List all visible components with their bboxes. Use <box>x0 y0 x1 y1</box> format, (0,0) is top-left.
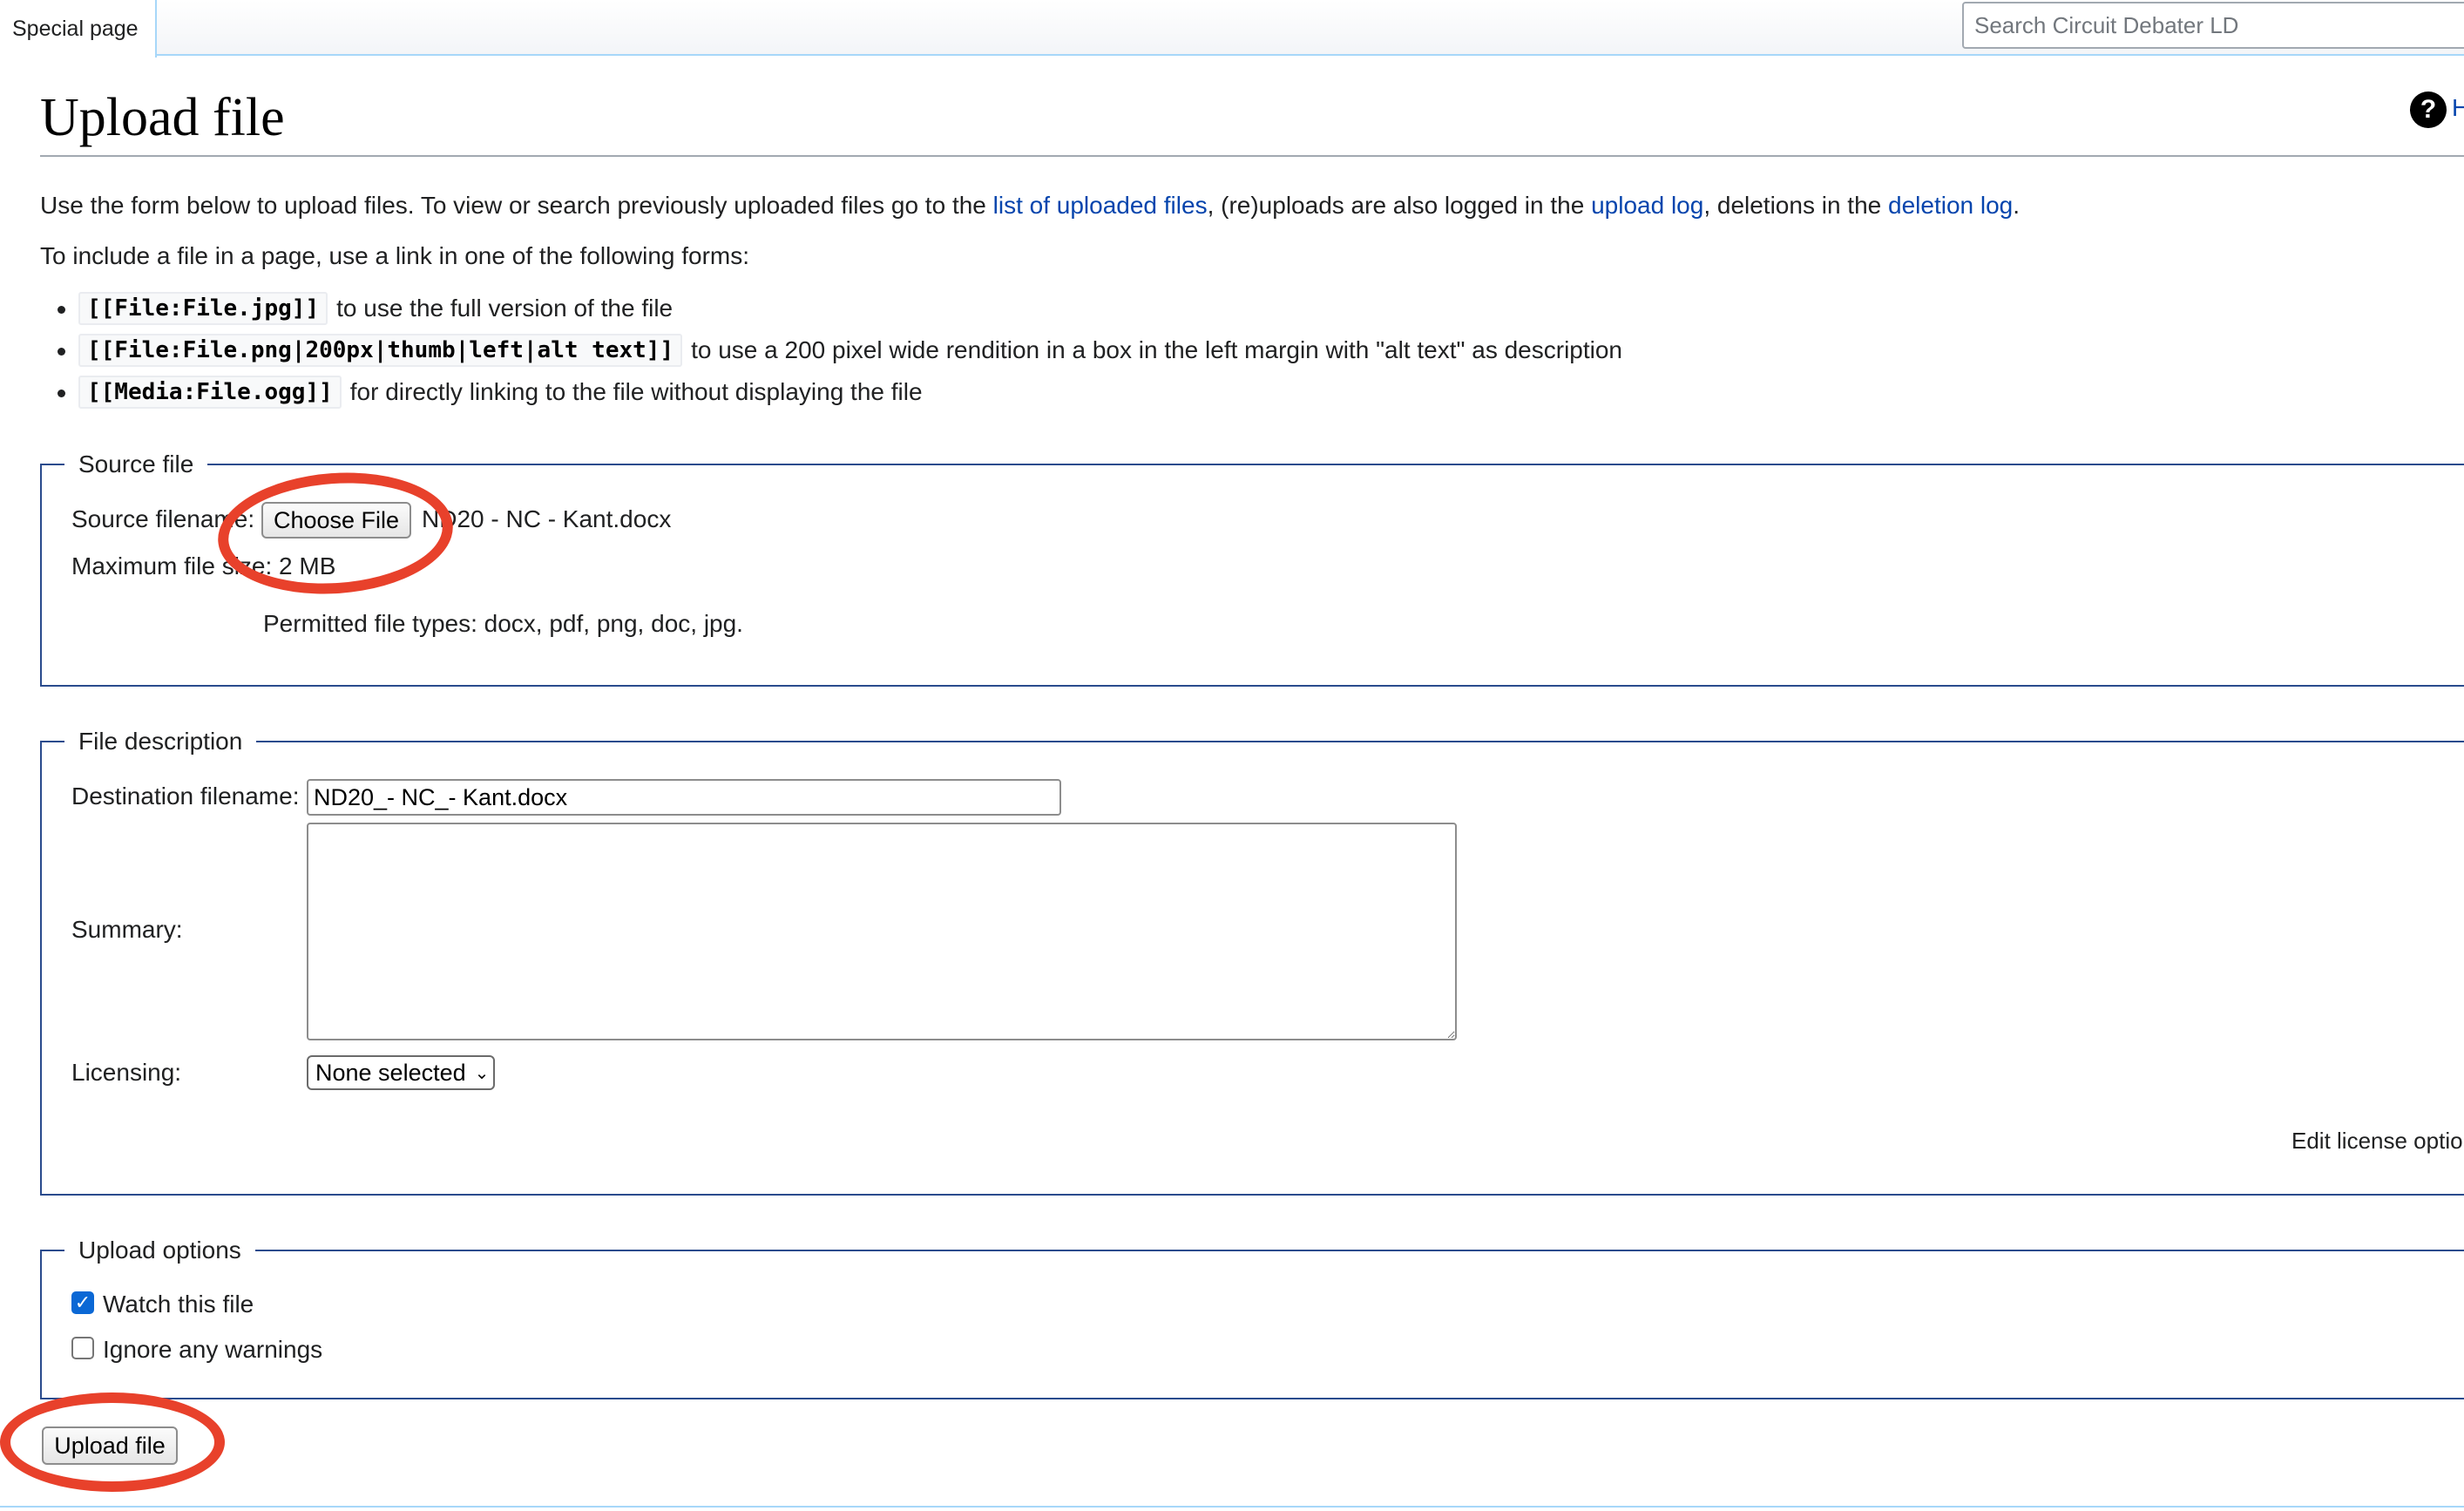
choose-file-button[interactable]: Choose File <box>261 502 411 539</box>
intro-text: , (re)uploads are also logged in the <box>1207 192 1592 219</box>
upload-options-fieldset: Upload options ✓ Watch this file Ignore … <box>40 1235 2464 1399</box>
list-item-text: for directly linking to the file without… <box>349 378 923 405</box>
title-divider <box>40 155 2464 157</box>
page-title: Upload file <box>40 88 285 147</box>
list-of-uploaded-files-link[interactable]: list of uploaded files <box>993 192 1208 219</box>
list-item: [[File:File.png|200px|thumb|left|alt tex… <box>40 329 1622 371</box>
help-icon[interactable]: ? <box>2410 91 2447 128</box>
licensing-select[interactable]: None selected ⌄ <box>307 1055 495 1090</box>
max-file-size: Maximum file size: 2 MB <box>71 552 336 579</box>
watch-file-checkbox[interactable]: ✓ <box>71 1291 94 1314</box>
search-box[interactable] <box>1962 2 2464 49</box>
tab-special-page[interactable]: Special page <box>0 0 157 58</box>
source-filename-label: Source filename: <box>71 505 255 532</box>
ignore-warnings-label[interactable]: Ignore any warnings <box>103 1335 322 1365</box>
permitted-file-types: Permitted file types: docx, pdf, png, do… <box>263 610 743 637</box>
top-bar: Special page <box>0 0 2464 58</box>
list-item-text: to use a 200 pixel wide rendition in a b… <box>691 336 1623 363</box>
ignore-warnings-checkbox[interactable] <box>71 1337 94 1359</box>
list-item: [[File:File.jpg]] to use the full versio… <box>40 288 1622 329</box>
file-description-legend: File description <box>64 726 257 757</box>
summary-label: Summary: <box>71 916 183 943</box>
licensing-selected-value: None selected <box>315 1059 466 1086</box>
intro-paragraph: Use the form below to upload files. To v… <box>40 190 2020 221</box>
edit-license-options-link[interactable]: Edit license options <box>2291 1126 2464 1155</box>
source-file-fieldset: Source file Source filename: Choose File… <box>40 449 2464 687</box>
chevron-down-icon: ⌄ <box>474 1063 490 1083</box>
upload-log-link[interactable]: upload log <box>1591 192 1703 219</box>
footer-divider <box>0 1506 2464 1508</box>
list-item: [[Media:File.ogg]] for directly linking … <box>40 371 1622 413</box>
intro-text: Use the form below to upload files. To v… <box>40 192 993 219</box>
intro-text: . <box>2013 192 2021 219</box>
upload-options-legend: Upload options <box>64 1235 255 1266</box>
licensing-label: Licensing: <box>71 1059 182 1086</box>
search-input[interactable] <box>1964 3 2464 47</box>
list-item-text: to use the full version of the file <box>336 295 674 322</box>
summary-textarea[interactable] <box>307 823 1457 1040</box>
wikitext-code: [[File:File.png|200px|thumb|left|alt tex… <box>78 334 683 367</box>
include-instructions: To include a file in a page, use a link … <box>40 242 750 269</box>
chosen-file-name: ND20 - NC - Kant.docx <box>422 505 672 532</box>
watch-file-label[interactable]: Watch this file <box>103 1290 254 1319</box>
deletion-log-link[interactable]: deletion log <box>1888 192 2013 219</box>
destination-filename-label: Destination filename: <box>71 783 300 810</box>
file-description-fieldset: File description Destination filename: S… <box>40 726 2464 1196</box>
help-link[interactable]: H <box>2452 94 2464 122</box>
destination-filename-input[interactable] <box>307 779 1061 816</box>
upload-file-button[interactable]: Upload file <box>42 1426 178 1465</box>
wikitext-code: [[File:File.jpg]] <box>78 292 328 325</box>
wikitext-code: [[Media:File.ogg]] <box>78 376 342 409</box>
intro-text: , deletions in the <box>1703 192 1889 219</box>
source-file-legend: Source file <box>64 449 208 480</box>
link-forms-list: [[File:File.jpg]] to use the full versio… <box>40 288 1622 413</box>
